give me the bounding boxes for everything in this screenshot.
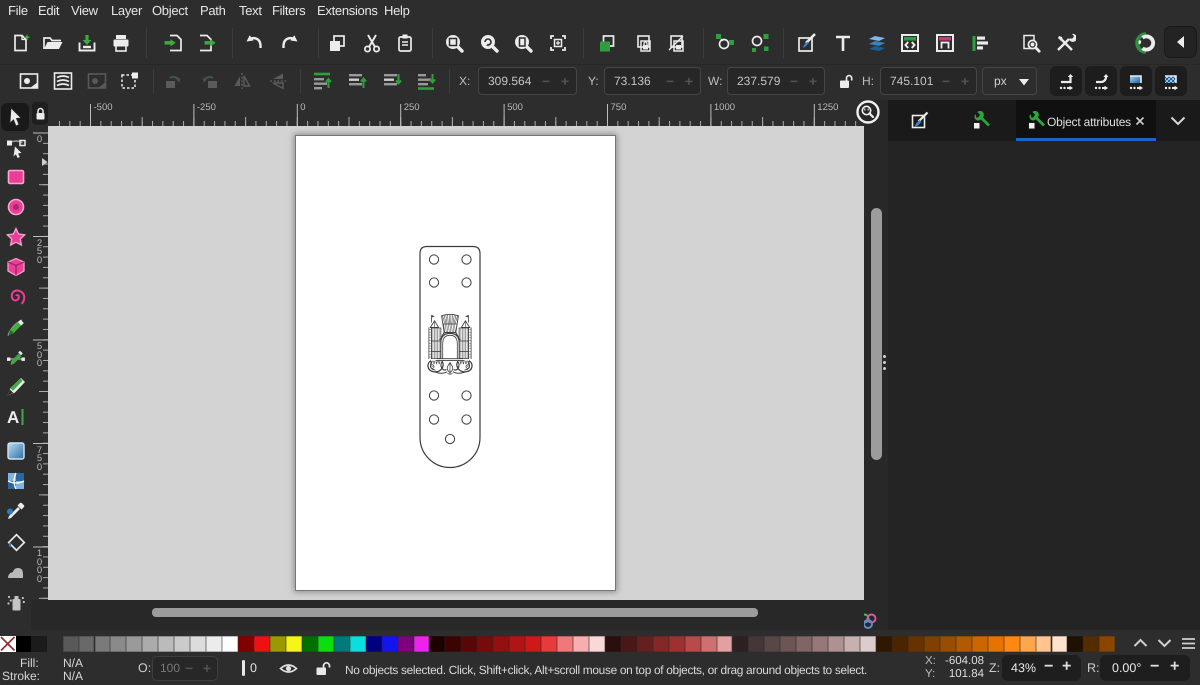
- svg-text:A: A: [7, 408, 19, 427]
